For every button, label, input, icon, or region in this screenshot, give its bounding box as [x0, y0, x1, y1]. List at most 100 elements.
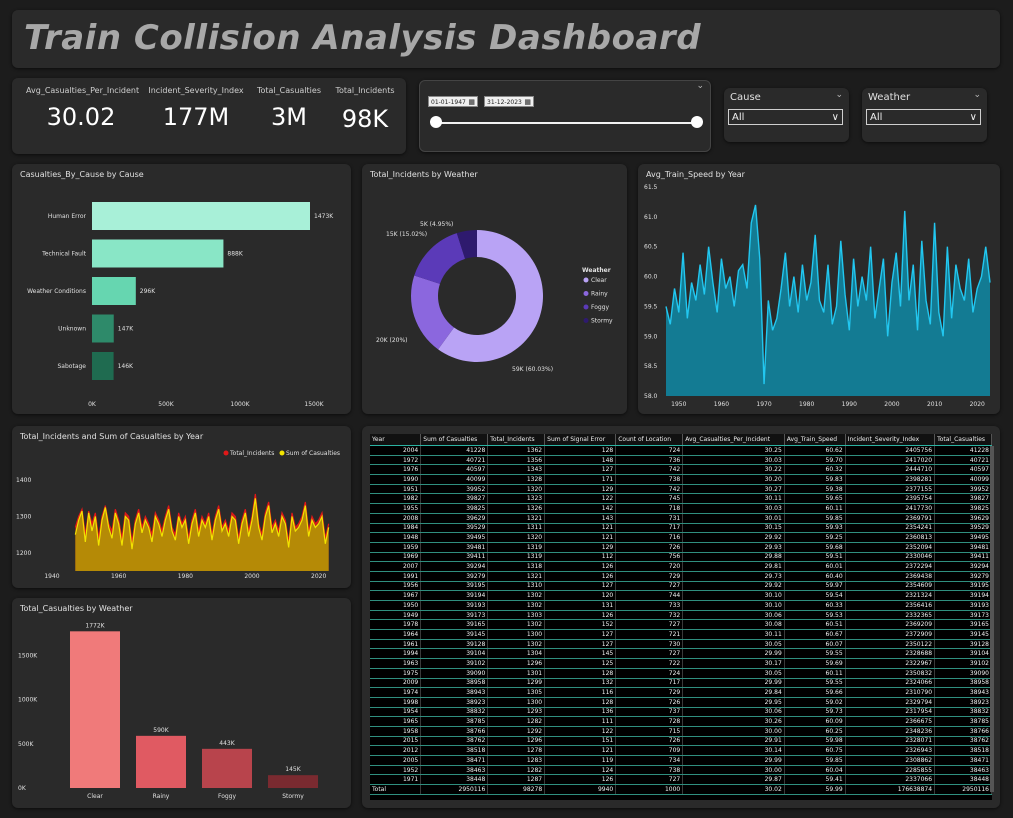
end-date-input[interactable]: 31-12-2023 ▦: [484, 96, 534, 107]
table-cell: 1967: [370, 590, 422, 601]
table-cell: 736: [615, 455, 684, 466]
table-cell: 1954: [370, 707, 422, 718]
table-cell: 39193: [934, 600, 992, 611]
x-tick-label: 1940: [44, 573, 59, 580]
table-row: 2008 39629 1321 143 731 30.01 59.85 2369791 3962…: [370, 513, 992, 524]
table-cell: 1302: [487, 619, 546, 631]
table-cell: 30.26: [682, 716, 785, 727]
table-cell: 136: [544, 707, 617, 718]
dashboard-title: Train Collision Analysis Dashboard: [24, 18, 702, 58]
calendar-icon[interactable]: ▦: [524, 97, 531, 108]
table-total-cell: 98278: [487, 784, 546, 796]
column-header[interactable]: Total_Incidents: [487, 434, 546, 446]
table-cell: 30.00: [682, 726, 785, 737]
table-cell: 2326943: [845, 745, 936, 756]
column-header[interactable]: Incident_Severity_Index: [845, 434, 936, 446]
range-handle-end[interactable]: [691, 116, 703, 128]
chevron-down-icon[interactable]: ⌄: [973, 90, 981, 100]
table-total-row: Total 2950116 98278 9940 1000 30.02 59.99 17663…: [370, 784, 992, 796]
y-tick-label: 1400: [16, 477, 31, 484]
data-label: 1772K: [85, 622, 105, 629]
cause-dropdown[interactable]: All ∨: [728, 109, 843, 125]
bar: [136, 735, 186, 788]
kpi-value: 98K: [341, 105, 389, 133]
table-cell: 38471: [934, 755, 992, 766]
table-row: 1964 39145 1300 127 721 30.11 60.67 2372909 3914…: [370, 629, 992, 640]
table-cell: 39495: [420, 532, 489, 543]
table-scrollbar[interactable]: [990, 446, 994, 792]
table-cell: 1975: [370, 668, 422, 679]
table-row: 2005 38471 1283 119 734 29.99 59.85 2308862 3847…: [370, 755, 992, 766]
weather-dropdown[interactable]: All ∨: [866, 109, 981, 125]
column-header[interactable]: Total_Casualties: [934, 434, 992, 446]
chevron-down-icon[interactable]: ⌄: [696, 81, 704, 91]
table-cell: 1299: [487, 678, 546, 689]
column-header[interactable]: Sum of Casualties: [420, 434, 489, 446]
table-cell: 729: [615, 571, 684, 582]
start-date-input[interactable]: 01-01-1947 ▦: [428, 96, 478, 107]
table-cell: 2405756: [845, 445, 936, 456]
table-cell: 127: [544, 581, 617, 592]
table-header-row: Year Sum of Casualties Total_Incidents Sum …: [370, 434, 992, 446]
table-cell: 1362: [487, 445, 546, 456]
column-header[interactable]: Count of Location: [615, 434, 684, 446]
table-cell: 2360813: [845, 532, 936, 543]
chevron-down-icon[interactable]: ⌄: [835, 90, 843, 100]
table-cell: 125: [544, 658, 617, 669]
table-cell: 1964: [370, 629, 422, 640]
table-cell: 1300: [487, 697, 546, 708]
table-cell: 2329794: [845, 697, 936, 708]
table-cell: 60.25: [784, 726, 846, 737]
table-cell: 1958: [370, 726, 422, 737]
table-cell: 2356416: [845, 600, 936, 611]
table-cell: 39294: [934, 561, 992, 572]
range-handle-start[interactable]: [430, 116, 442, 128]
table-row: 2009 38958 1299 132 717 29.99 59.55 2324066 3895…: [370, 678, 992, 689]
column-header[interactable]: Avg_Train_Speed: [784, 434, 846, 446]
table-cell: 40099: [420, 474, 489, 485]
table-cell: 59.51: [784, 552, 846, 563]
data-table-wrap[interactable]: Year Sum of Casualties Total_Incidents Sum …: [370, 434, 992, 800]
table-cell: 171: [544, 474, 617, 485]
table-cell: 1961: [370, 639, 422, 650]
table-cell: 30.06: [682, 707, 785, 718]
table-cell: 122: [544, 726, 617, 737]
column-header[interactable]: Year: [370, 434, 422, 446]
casualties-weather-panel: Total_Casualties by Weather 1500K 1000K 50…: [12, 598, 351, 808]
table-cell: 39090: [420, 668, 489, 679]
table-cell: 59.41: [784, 774, 846, 786]
table-cell: 1318: [487, 561, 546, 572]
table-cell: 38785: [420, 716, 489, 727]
table-cell: 60.62: [784, 445, 846, 456]
cause-bar-chart: Human Error 1473K Technical Fault 888K Weath…: [27, 202, 334, 408]
table-cell: 717: [615, 678, 684, 689]
table-cell: 1319: [487, 552, 546, 563]
table-row: 1954 38832 1293 136 737 30.06 59.73 2317954 3883…: [370, 707, 992, 718]
slice-label: 15K (15.02%): [386, 231, 427, 238]
y-tick-label: 60.0: [644, 274, 658, 281]
table-cell: 30.03: [682, 455, 785, 466]
table-cell: 2395754: [845, 493, 936, 505]
table-cell: 29.87: [682, 774, 785, 786]
column-header[interactable]: Sum of Signal Error: [544, 434, 617, 446]
table-cell: 39173: [934, 610, 992, 621]
table-cell: 59.85: [784, 755, 846, 766]
table-cell: 1323: [487, 493, 546, 505]
table-cell: 126: [544, 774, 617, 786]
table-cell: 59.55: [784, 678, 846, 689]
table-cell: 1282: [487, 765, 546, 776]
table-cell: 60.04: [784, 765, 846, 776]
table-cell: 30.05: [682, 639, 785, 650]
table-cell: 30.10: [682, 590, 785, 601]
table-cell: 60.67: [784, 629, 846, 640]
column-header[interactable]: Avg_Casualties_Per_Incident: [682, 434, 785, 446]
table-row: 1971 38448 1287 126 727 29.87 59.41 2337066 3844…: [370, 774, 992, 786]
table-cell: 39279: [934, 571, 992, 582]
table-cell: 30.22: [682, 464, 785, 476]
table-cell: 29.84: [682, 687, 785, 698]
calendar-icon[interactable]: ▦: [468, 97, 475, 108]
x-tick-label: 1960: [714, 401, 729, 408]
table-cell: 2321324: [845, 590, 936, 601]
table-cell: 145: [544, 648, 617, 660]
kpi-label: Avg_Casualties_Per_Incident: [26, 86, 140, 95]
